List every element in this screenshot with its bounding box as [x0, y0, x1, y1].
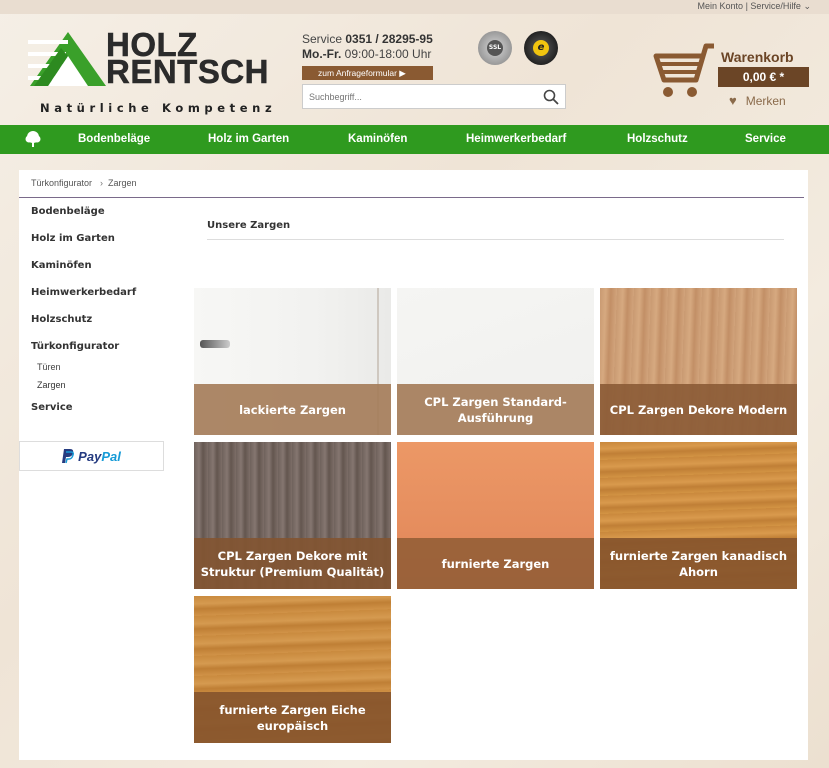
main-navigation: Bodenbeläge Holz im Garten Kaminöfen Hei…	[0, 125, 829, 154]
category-tile-cpl-dekore-struktur[interactable]: CPL Zargen Dekore mit Struktur (Premium …	[194, 442, 391, 589]
nav-item-heimwerkerbedarf[interactable]: Heimwerkerbedarf	[466, 125, 566, 154]
category-tile-furnierte-zargen[interactable]: furnierte Zargen	[397, 442, 594, 589]
trusted-shops-seal-icon[interactable]: e	[524, 31, 558, 65]
shopping-cart-icon[interactable]	[650, 42, 720, 102]
cart-title[interactable]: Warenkorb	[721, 49, 794, 65]
sidebar-item-kaminoefen[interactable]: Kaminöfen	[31, 260, 181, 287]
site-header: HOLZ RENTSCH Natürliche Kompetenz Servic…	[0, 14, 829, 125]
sidebar-item-service[interactable]: Service	[31, 402, 181, 429]
tile-label: CPL Zargen Dekore Modern	[600, 384, 797, 435]
paypal-text-pal: Pal	[101, 449, 121, 464]
breadcrumb: Türkonfigurator › Zargen	[31, 178, 137, 188]
sidebar-item-bodenbelaege[interactable]: Bodenbeläge	[31, 206, 181, 233]
category-tile-furnierte-eiche[interactable]: furnierte Zargen Eiche europäisch	[194, 596, 391, 743]
title-divider	[207, 239, 784, 240]
service-label: Service	[302, 32, 343, 46]
service-days: Mo.-Fr.	[302, 47, 342, 61]
search-box	[302, 84, 566, 109]
breadcrumb-separator: ›	[100, 178, 104, 188]
home-tree-icon[interactable]	[24, 130, 42, 148]
door-handle-icon	[200, 340, 230, 348]
heart-icon: ♥	[729, 93, 737, 108]
wishlist-label: Merken	[745, 94, 786, 108]
link-separator: |	[745, 1, 748, 11]
tile-label: CPL Zargen Standard-Ausführung	[397, 384, 594, 435]
breadcrumb-item-tuerkonfigurator[interactable]: Türkonfigurator	[31, 178, 92, 188]
search-input[interactable]	[303, 85, 533, 109]
nav-item-holzschutz[interactable]: Holzschutz	[627, 125, 688, 154]
search-icon[interactable]	[543, 89, 559, 105]
category-tile-furnierte-kanadisch-ahorn[interactable]: furnierte Zargen kanadisch Ahorn	[600, 442, 797, 589]
top-utility-bar: Mein Konto | Service/Hilfe ⌄	[0, 0, 829, 14]
paypal-badge[interactable]: PayPal	[19, 441, 164, 471]
tile-label: furnierte Zargen Eiche europäisch	[194, 692, 391, 743]
account-links: Mein Konto | Service/Hilfe ⌄	[698, 1, 811, 12]
sidebar-item-holzschutz[interactable]: Holzschutz	[31, 314, 181, 341]
service-phone[interactable]: 0351 / 28295-95	[345, 32, 432, 46]
nav-item-bodenbelaege[interactable]: Bodenbeläge	[78, 125, 150, 154]
nav-item-kaminoefen[interactable]: Kaminöfen	[348, 125, 407, 154]
sidebar-item-holz-im-garten[interactable]: Holz im Garten	[31, 233, 181, 260]
nav-item-service[interactable]: Service	[745, 125, 786, 154]
my-account-link[interactable]: Mein Konto	[698, 1, 744, 11]
page-title: Unsere Zargen	[207, 220, 291, 231]
nav-item-holz-im-garten[interactable]: Holz im Garten	[208, 125, 289, 154]
sidebar-item-heimwerkerbedarf[interactable]: Heimwerkerbedarf	[31, 287, 181, 314]
logo-slogan: Natürliche Kompetenz	[40, 101, 277, 115]
service-help-link[interactable]: Service/Hilfe	[750, 1, 801, 11]
holz-rentsch-logo[interactable]: HOLZ RENTSCH Natürliche Kompetenz	[28, 28, 273, 118]
chevron-down-icon[interactable]: ⌄	[803, 1, 811, 11]
tile-label: furnierte Zargen kanadisch Ahorn	[600, 538, 797, 589]
wishlist-link[interactable]: ♥ Merken	[729, 93, 786, 108]
ssl-seal-icon[interactable]: SSL	[478, 31, 512, 65]
paypal-icon	[62, 449, 75, 464]
trusted-shops-seal-text: e	[533, 40, 549, 56]
tile-label: furnierte Zargen	[397, 538, 594, 589]
logo-word-rentsch: RENTSCH	[106, 53, 270, 90]
sidebar-subitem-zargen[interactable]: Zargen	[31, 380, 181, 402]
category-tile-cpl-standard[interactable]: CPL Zargen Standard-Ausführung	[397, 288, 594, 435]
service-hours: 09:00-18:00 Uhr	[344, 47, 432, 61]
sidebar-item-tuerkonfigurator[interactable]: Türkonfigurator	[31, 341, 181, 362]
breadcrumb-item-zargen[interactable]: Zargen	[108, 178, 137, 188]
category-tile-lackierte-zargen[interactable]: lackierte Zargen	[194, 288, 391, 435]
paypal-text-pay: Pay	[78, 449, 102, 464]
tile-label: CPL Zargen Dekore mit Struktur (Premium …	[194, 538, 391, 589]
breadcrumb-divider	[19, 197, 804, 198]
logo-tree-icon	[28, 32, 106, 86]
ssl-seal-text: SSL	[487, 40, 503, 56]
sidebar-subitem-tueren[interactable]: Türen	[31, 362, 181, 380]
cart-total[interactable]: 0,00 € *	[718, 67, 809, 87]
content-panel: Türkonfigurator › Zargen Bodenbeläge Holz …	[19, 170, 808, 760]
tile-label: lackierte Zargen	[194, 384, 391, 435]
category-tile-cpl-dekore-modern[interactable]: CPL Zargen Dekore Modern	[600, 288, 797, 435]
sidebar: Bodenbeläge Holz im Garten Kaminöfen Hei…	[31, 206, 181, 429]
request-form-button[interactable]: zum Anfrageformular ▶	[302, 66, 433, 80]
